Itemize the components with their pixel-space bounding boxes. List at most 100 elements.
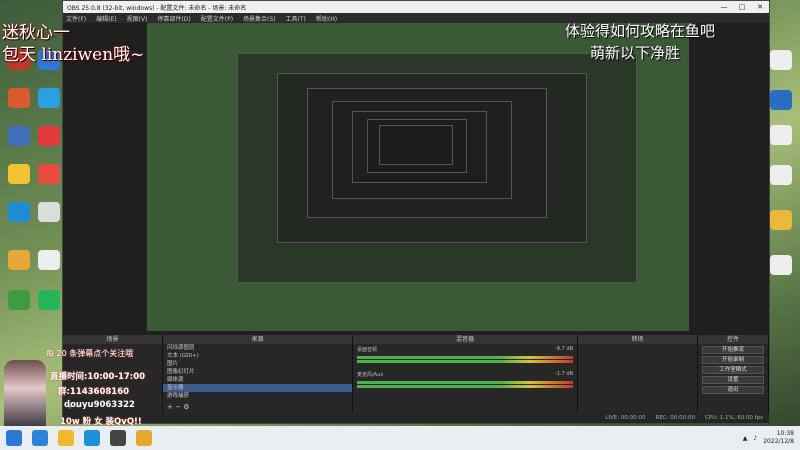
app-icon <box>8 164 30 184</box>
mixer-channel-db: -1.7 dB <box>555 371 573 377</box>
card-line-2: 直播时间:10:00-17:00 <box>50 372 146 382</box>
desktop-icon[interactable] <box>4 202 34 236</box>
edge-icon[interactable] <box>32 430 48 446</box>
menu-profile[interactable]: 配置文件(P) <box>201 14 233 23</box>
desktop-icon[interactable] <box>766 210 796 244</box>
app-icon <box>38 88 60 108</box>
studio-mode-button[interactable]: 工作室模式 <box>702 366 764 374</box>
app-icon <box>8 202 30 222</box>
system-tray: ▲ ♪ 10:38 2022/12/8 <box>743 430 800 446</box>
add-icon[interactable]: + <box>167 403 173 411</box>
desktop-icon[interactable] <box>34 88 64 122</box>
desktop-icon[interactable] <box>4 164 34 198</box>
avatar <box>4 360 46 430</box>
overlay-text-right: 体验得如何攻略在鱼吧 <box>565 22 716 40</box>
window-controls: — □ ✕ <box>715 3 769 11</box>
menu-view[interactable]: 视图(V) <box>127 14 148 23</box>
app-icon <box>38 202 60 222</box>
desktop-icon[interactable] <box>34 250 64 284</box>
desktop-icon[interactable] <box>766 255 796 289</box>
source-item[interactable]: 图像幻灯片 <box>163 368 352 376</box>
controls-dock: 控件 开始推流 开始录制 工作室模式 设置 退出 <box>698 335 769 413</box>
transitions-dock: 转场 <box>578 335 698 413</box>
source-item[interactable]: 文本 (GDI+) <box>163 352 352 360</box>
desktop-icon[interactable] <box>34 126 64 160</box>
app-icon <box>770 210 792 230</box>
taskbar: ▲ ♪ 10:38 2022/12/8 <box>0 426 800 450</box>
desktop-icon[interactable] <box>766 165 796 199</box>
desktop-icon[interactable] <box>34 202 64 236</box>
app-icon <box>8 88 30 108</box>
source-item[interactable]: 媒体源 <box>163 376 352 384</box>
gear-icon[interactable]: ⚙ <box>183 403 189 411</box>
clock[interactable]: 10:38 2022/12/8 <box>763 430 794 446</box>
menu-tools[interactable]: 工具(T) <box>286 14 306 23</box>
cpu-status: CPU: 1.1%, 60.00 fps <box>704 415 763 421</box>
sources-toolbar: + − ⚙ <box>167 403 190 411</box>
rec-timer: REC: 00:00:00 <box>655 415 695 421</box>
desktop-icon[interactable] <box>766 125 796 159</box>
remove-icon[interactable]: − <box>175 403 181 411</box>
app-icon <box>770 165 792 185</box>
source-item[interactable]: 闪烁源图层 <box>163 344 352 352</box>
app-icon <box>770 255 792 275</box>
obs-icon[interactable] <box>110 430 126 446</box>
network-icon[interactable]: ▲ <box>743 435 748 442</box>
minimize-button[interactable]: — <box>715 3 733 11</box>
window-titlebar: OBS 25.0.8 (32-bit, windows) - 配置文件: 未命名… <box>63 1 769 13</box>
nested-preview <box>379 125 453 165</box>
start-recording-button[interactable]: 开始录制 <box>702 356 764 364</box>
desktop-icon[interactable] <box>34 290 64 324</box>
volume-meter <box>357 381 573 384</box>
folder-icon[interactable] <box>58 430 74 446</box>
card-line-1: 每 20 条弹幕点个关注哦 <box>46 349 134 358</box>
obs-window: OBS 25.0.8 (32-bit, windows) - 配置文件: 未命名… <box>62 0 770 424</box>
windows-start-icon[interactable] <box>6 430 22 446</box>
menu-edit[interactable]: 编辑(E) <box>96 14 116 23</box>
desktop-icon[interactable] <box>4 88 34 122</box>
settings-button[interactable]: 设置 <box>702 376 764 384</box>
app-icon <box>38 164 60 184</box>
app-icon <box>38 250 60 270</box>
preview-canvas[interactable] <box>147 23 689 331</box>
app-icon <box>38 126 60 146</box>
sources-dock: 来源 闪烁源图层 文本 (GDI+) 图片 图像幻灯片 媒体源 显示器 游戏捕获… <box>163 335 353 413</box>
menu-help[interactable]: 帮助(H) <box>316 14 337 23</box>
desktop-icon[interactable] <box>766 50 796 84</box>
volume-icon[interactable]: ♪ <box>753 435 757 442</box>
exit-button[interactable]: 退出 <box>702 386 764 394</box>
desktop-icon[interactable] <box>4 290 34 324</box>
mixer-channel-db: -9.7 dB <box>555 346 573 352</box>
desktop-icon[interactable] <box>34 164 64 198</box>
app-icon[interactable] <box>136 430 152 446</box>
app-icon <box>38 290 60 310</box>
source-item[interactable]: 游戏捕获 <box>163 392 352 400</box>
desktop-icon[interactable] <box>4 250 34 284</box>
menu-docks[interactable]: 停靠部件(D) <box>157 14 190 23</box>
mixer-dock: 混音器 桌面音频 -9.7 dB 麦克风/Aux -1.7 dB <box>353 335 578 413</box>
controls-dock-title: 控件 <box>698 335 768 344</box>
transitions-dock-title: 转场 <box>578 335 697 344</box>
source-item[interactable]: 图片 <box>163 360 352 368</box>
app-icon <box>8 250 30 270</box>
menu-scene-collection[interactable]: 场景集合(S) <box>243 14 276 23</box>
maximize-button[interactable]: □ <box>733 3 751 11</box>
volume-meter <box>357 360 573 363</box>
desktop-icon[interactable] <box>4 126 34 160</box>
source-item[interactable]: 显示器 <box>163 384 352 392</box>
app-icon <box>770 125 792 145</box>
close-button[interactable]: ✕ <box>751 3 769 11</box>
live-timer: LIVE: 00:00:00 <box>605 415 646 421</box>
mixer-channel-mic: 麦克风/Aux -1.7 dB <box>353 369 577 380</box>
card-line-4: douyu9063322 <box>64 400 135 410</box>
app-icon <box>8 290 30 310</box>
volume-meter <box>357 356 573 359</box>
app-icon[interactable] <box>84 430 100 446</box>
mixer-channel-label: 桌面音频 <box>357 347 378 353</box>
start-streaming-button[interactable]: 开始推流 <box>702 346 764 354</box>
overlay-text-right-2: 萌新以下净胜 <box>590 44 681 62</box>
desktop-icon[interactable] <box>766 90 796 124</box>
app-icon <box>8 126 30 146</box>
app-icon <box>770 50 792 70</box>
window-title: OBS 25.0.8 (32-bit, windows) - 配置文件: 未命名… <box>67 4 247 12</box>
